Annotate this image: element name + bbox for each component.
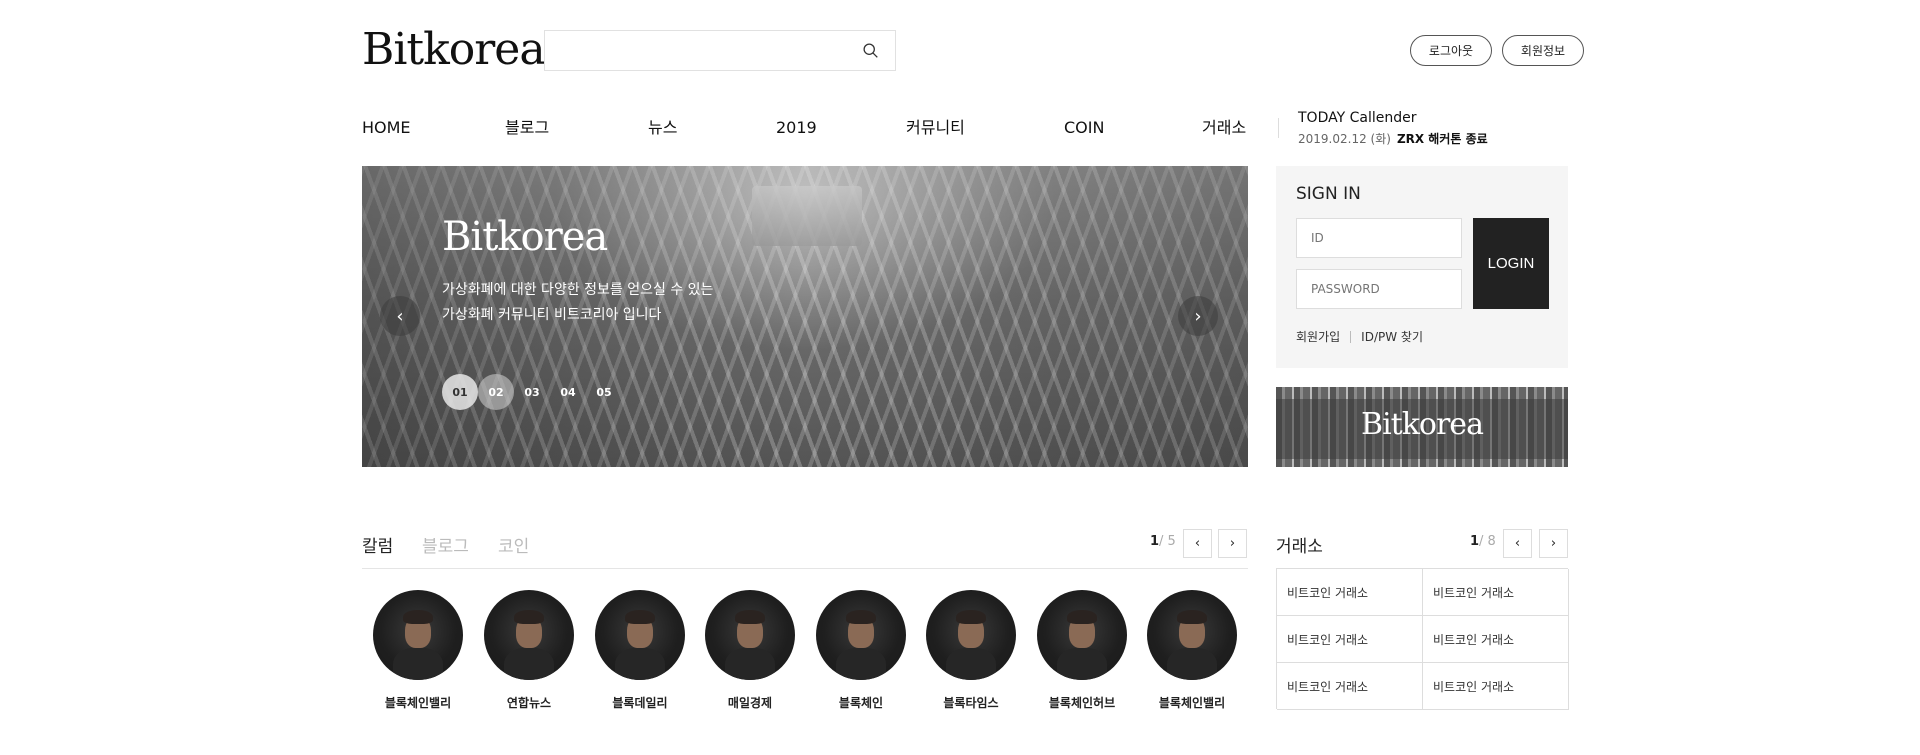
id-field[interactable]	[1296, 218, 1462, 258]
nav-item-exchange[interactable]: 거래소	[1202, 116, 1246, 140]
password-field[interactable]	[1296, 269, 1462, 309]
exchange-prev-button[interactable]: ‹	[1503, 529, 1532, 558]
profile-card[interactable]: 블록체인허브	[1037, 590, 1127, 711]
tab-blog[interactable]: 블로그	[422, 532, 469, 557]
profile-name: 블록데일리	[612, 696, 668, 710]
search-icon[interactable]	[862, 42, 879, 59]
avatar	[1147, 590, 1237, 680]
avatar	[595, 590, 685, 680]
link-divider	[1350, 330, 1352, 343]
column-prev-button[interactable]: ‹	[1183, 529, 1212, 558]
signin-title: SIGN IN	[1296, 184, 1361, 204]
nav-item-2019[interactable]: 2019	[776, 116, 817, 140]
profile-name: 연합뉴스	[506, 696, 552, 710]
hero-slide-dot[interactable]: 01	[442, 374, 478, 410]
exchange-next-button[interactable]: ›	[1539, 529, 1568, 558]
profile-card[interactable]: 블록데일리	[595, 590, 685, 711]
exchange-cell[interactable]: 비트코인 거래소	[1423, 569, 1569, 616]
promo-banner[interactable]: Bitkorea	[1276, 387, 1568, 467]
profile-name: 매일경제	[727, 696, 773, 710]
chevron-right-icon: ›	[1229, 536, 1236, 551]
hero-prev-button[interactable]: ‹	[380, 296, 420, 336]
exchange-page-total: / 8	[1479, 534, 1496, 549]
avatar	[816, 590, 906, 680]
chevron-left-icon: ‹	[1194, 536, 1201, 551]
avatar	[705, 590, 795, 680]
tab-column[interactable]: 칼럼	[362, 532, 393, 557]
site-logo[interactable]: Bitkorea	[362, 24, 546, 76]
avatar	[484, 590, 574, 680]
column-page-current: 1	[1150, 534, 1160, 549]
chevron-left-icon: ‹	[1514, 536, 1521, 551]
exchange-cell[interactable]: 비트코인 거래소	[1277, 616, 1423, 663]
nav-item-home[interactable]: HOME	[362, 116, 411, 140]
member-info-button[interactable]: 회원정보	[1502, 35, 1584, 66]
hero-slide-dot[interactable]: 05	[586, 374, 622, 410]
profile-name: 블록체인밸리	[384, 696, 452, 710]
hero-title: Bitkorea	[442, 214, 608, 260]
nav-item-community[interactable]: 커뮤니티	[906, 116, 965, 140]
hero-slide-dot[interactable]: 02	[478, 374, 514, 410]
profile-card[interactable]: 블록타임스	[926, 590, 1016, 711]
profile-card[interactable]: 매일경제	[705, 590, 795, 711]
exchange-cell[interactable]: 비트코인 거래소	[1423, 663, 1569, 710]
profile-name: 블록체인밸리	[1158, 696, 1226, 710]
banner-logo: Bitkorea	[1361, 407, 1484, 442]
section-divider	[362, 568, 1248, 569]
hero-slider: Bitkorea 가상화폐에 대한 다양한 정보를 얻으실 수 있는 가상화폐 …	[362, 166, 1248, 467]
exchange-page-current: 1	[1470, 534, 1480, 549]
exchange-cell[interactable]: 비트코인 거래소	[1423, 616, 1569, 663]
nav-item-news[interactable]: 뉴스	[648, 116, 677, 140]
hero-slide-dot[interactable]: 03	[514, 374, 550, 410]
signin-links: 회원가입 ID/PW 찾기	[1296, 328, 1423, 345]
hero-description: 가상화폐에 대한 다양한 정보를 얻으실 수 있는 가상화폐 커뮤니티 비트코리…	[442, 282, 714, 323]
profile-name: 블록체인허브	[1048, 696, 1116, 710]
exchange-cell[interactable]: 비트코인 거래소	[1277, 569, 1423, 616]
hero-next-button[interactable]: ›	[1178, 296, 1218, 336]
chevron-right-icon: ›	[1194, 305, 1202, 327]
today-date: 2019.02.12 (화)	[1298, 132, 1391, 146]
login-button[interactable]: LOGIN	[1473, 218, 1549, 309]
exchange-table: 비트코인 거래소 비트코인 거래소 비트코인 거래소 비트코인 거래소 비트코인…	[1276, 568, 1569, 710]
today-calendar-entry[interactable]: 2019.02.12 (화) ZRX 해커톤 종료	[1298, 130, 1488, 147]
find-id-pw-link[interactable]: ID/PW 찾기	[1361, 328, 1423, 345]
logout-button[interactable]: 로그아웃	[1410, 35, 1492, 66]
today-event: ZRX 해커톤 종료	[1396, 132, 1488, 146]
chevron-left-icon: ‹	[396, 305, 404, 327]
hero-slide-dot[interactable]: 04	[550, 374, 586, 410]
exchange-title: 거래소	[1276, 537, 1323, 557]
column-page-indicator: 1/ 5	[1150, 534, 1176, 549]
profile-card[interactable]: 블록체인밸리	[373, 590, 463, 711]
avatar	[926, 590, 1016, 680]
avatar	[373, 590, 463, 680]
exchange-cell[interactable]: 비트코인 거래소	[1277, 663, 1423, 710]
profile-card[interactable]: 블록체인	[816, 590, 906, 711]
nav-divider	[1278, 118, 1279, 138]
today-calendar-title: TODAY Callender	[1298, 110, 1417, 126]
avatar	[1037, 590, 1127, 680]
profile-card[interactable]: 블록체인밸리	[1147, 590, 1237, 711]
search-bar	[544, 30, 896, 71]
profile-name: 블록타임스	[943, 696, 999, 710]
search-input[interactable]	[545, 31, 845, 70]
exchange-page-indicator: 1/ 8	[1470, 534, 1496, 549]
profile-name: 블록체인	[838, 696, 884, 710]
column-next-button[interactable]: ›	[1218, 529, 1247, 558]
tab-coin[interactable]: 코인	[498, 532, 529, 557]
signin-panel: SIGN IN LOGIN 회원가입 ID/PW 찾기	[1276, 166, 1568, 368]
profile-card[interactable]: 연합뉴스	[484, 590, 574, 711]
nav-item-coin[interactable]: COIN	[1064, 116, 1104, 140]
hero-pagination: 01 02 03 04 05	[442, 374, 622, 410]
column-page-total: / 5	[1159, 534, 1176, 549]
nav-item-blog[interactable]: 블로그	[505, 116, 549, 140]
chevron-right-icon: ›	[1550, 536, 1557, 551]
join-link[interactable]: 회원가입	[1296, 328, 1340, 345]
